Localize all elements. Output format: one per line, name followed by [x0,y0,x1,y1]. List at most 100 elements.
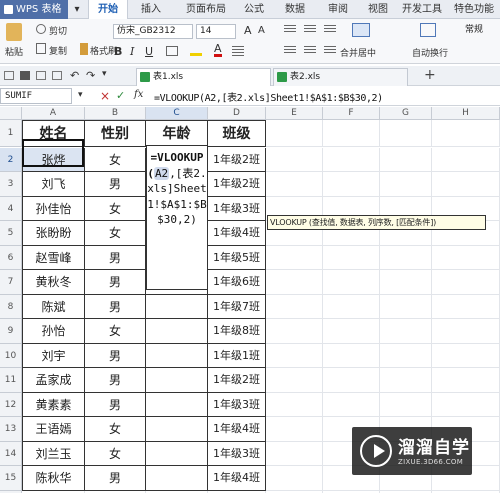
wps-app-menu[interactable]: WPS 表格 [0,0,68,19]
column-header-a[interactable]: A [22,107,85,120]
column-header-g[interactable]: G [380,107,432,120]
cell-f12[interactable] [323,392,380,417]
row-header-1[interactable]: 1 [0,120,22,147]
border-icon[interactable] [166,46,178,56]
undo-icon[interactable]: ↶ [70,69,79,82]
wrap-text-icon[interactable] [420,23,436,37]
ribbon-tab-5[interactable]: 数据 [275,0,315,19]
column-header-d[interactable]: D [208,107,266,120]
insert-function-button[interactable]: fx [134,89,143,100]
cell-b7[interactable]: 男 [85,270,146,295]
cell-e6[interactable] [266,245,323,270]
column-header-h[interactable]: H [432,107,500,120]
ribbon-tab-1[interactable]: 开始 [88,0,128,19]
in-cell-formula-editor[interactable]: =VLOOKUP(A2,[表2.xls]Sheet1!$A$1:$B$30,2) [146,145,208,290]
cell-d5[interactable]: 1年级4班 [208,221,266,246]
ribbon-tab-2[interactable]: 插入 [133,0,169,19]
cell-h7[interactable] [432,270,500,295]
cut-button[interactable]: 剪切 [49,24,67,37]
name-box[interactable]: SUMIF [0,88,72,104]
cell-g1[interactable] [380,120,432,147]
cell-g7[interactable] [380,270,432,295]
cell-d9[interactable]: 1年级8班 [208,319,266,344]
cell-g10[interactable] [380,343,432,368]
cell-a11[interactable]: 孟家成 [22,368,85,393]
cell-d8[interactable]: 1年级7班 [208,294,266,319]
cell-e11[interactable] [266,368,323,393]
cell-e15[interactable] [266,466,323,491]
cell-c15[interactable] [146,466,208,491]
cell-f8[interactable] [323,294,380,319]
row-header-5[interactable]: 5 [0,221,22,246]
cell-a7[interactable]: 黄秋冬 [22,270,85,295]
wrap-text-button[interactable]: 自动换行 [412,46,448,59]
cell-d12[interactable]: 1年级3班 [208,392,266,417]
cell-a15[interactable]: 陈秋华 [22,466,85,491]
paste-button[interactable]: 粘贴 [5,45,23,58]
italic-icon[interactable]: I [130,45,134,58]
clear-format-icon[interactable] [232,46,244,56]
cell-a13[interactable]: 王语嫣 [22,417,85,442]
bold-icon[interactable]: B [114,45,122,58]
align-left-icon[interactable] [284,46,296,55]
redo-icon[interactable]: ↷ [86,69,95,82]
cell-e8[interactable] [266,294,323,319]
font-name-select[interactable]: 仿宋_GB2312 [113,24,193,39]
column-header-f[interactable]: F [323,107,380,120]
doc-tab-2[interactable]: 表2.xls [273,68,408,86]
cell-g6[interactable] [380,245,432,270]
cell-a9[interactable]: 孙怡 [22,319,85,344]
cell-e9[interactable] [266,319,323,344]
doc-tab-1[interactable]: 表1.xls [136,68,271,86]
row-header-11[interactable]: 11 [0,368,22,393]
cell-g2[interactable] [380,147,432,172]
row-header-12[interactable]: 12 [0,392,22,417]
cell-b12[interactable]: 男 [85,392,146,417]
cell-c9[interactable] [146,319,208,344]
row-header-3[interactable]: 3 [0,172,22,197]
copy-icon[interactable] [36,43,46,54]
name-box-dropdown-icon[interactable]: ▾ [78,90,83,100]
cell-b8[interactable]: 男 [85,294,146,319]
align-right-icon[interactable] [324,46,336,55]
cell-f1[interactable] [323,120,380,147]
cell-b11[interactable]: 男 [85,368,146,393]
cell-d10[interactable]: 1年级1班 [208,343,266,368]
cell-d4[interactable]: 1年级3班 [208,196,266,221]
header-cell-2[interactable]: 性别 [85,120,146,147]
font-shrink-icon[interactable]: A [258,25,265,36]
cell-g9[interactable] [380,319,432,344]
cell-h1[interactable] [432,120,500,147]
cell-g11[interactable] [380,368,432,393]
column-header-b[interactable]: B [85,107,146,120]
cell-a4[interactable]: 孙佳怡 [22,196,85,221]
cell-h2[interactable] [432,147,500,172]
dropdown-icon[interactable]: ▾ [70,0,84,19]
number-format-select[interactable]: 常规 [462,24,498,39]
cell-g3[interactable] [380,172,432,197]
underline-icon[interactable]: U [145,45,153,58]
ribbon-tab-3[interactable]: 页面布局 [179,0,233,19]
cell-h12[interactable] [432,392,500,417]
row-header-4[interactable]: 4 [0,196,22,221]
cell-b14[interactable]: 女 [85,441,146,466]
cell-f9[interactable] [323,319,380,344]
ribbon-tab-9[interactable]: 特色功能 [448,0,500,19]
ribbon-tab-6[interactable]: 审阅 [320,0,356,19]
cell-e2[interactable] [266,147,323,172]
new-tab-icon[interactable]: + [424,67,436,83]
cell-f10[interactable] [323,343,380,368]
cell-b3[interactable]: 男 [85,172,146,197]
cell-b2[interactable]: 女 [85,147,146,172]
format-painter-button[interactable]: 格式刷 [76,44,117,57]
cell-d14[interactable]: 1年级3班 [208,441,266,466]
cell-e14[interactable] [266,441,323,466]
align-bottom-icon[interactable] [324,25,336,34]
font-color-icon[interactable]: A [214,43,222,57]
cell-d6[interactable]: 1年级5班 [208,245,266,270]
row-header-10[interactable]: 10 [0,343,22,368]
ribbon-tab-4[interactable]: 公式 [238,0,270,19]
cell-b5[interactable]: 女 [85,221,146,246]
cell-d3[interactable]: 1年级2班 [208,172,266,197]
row-header-7[interactable]: 7 [0,270,22,295]
